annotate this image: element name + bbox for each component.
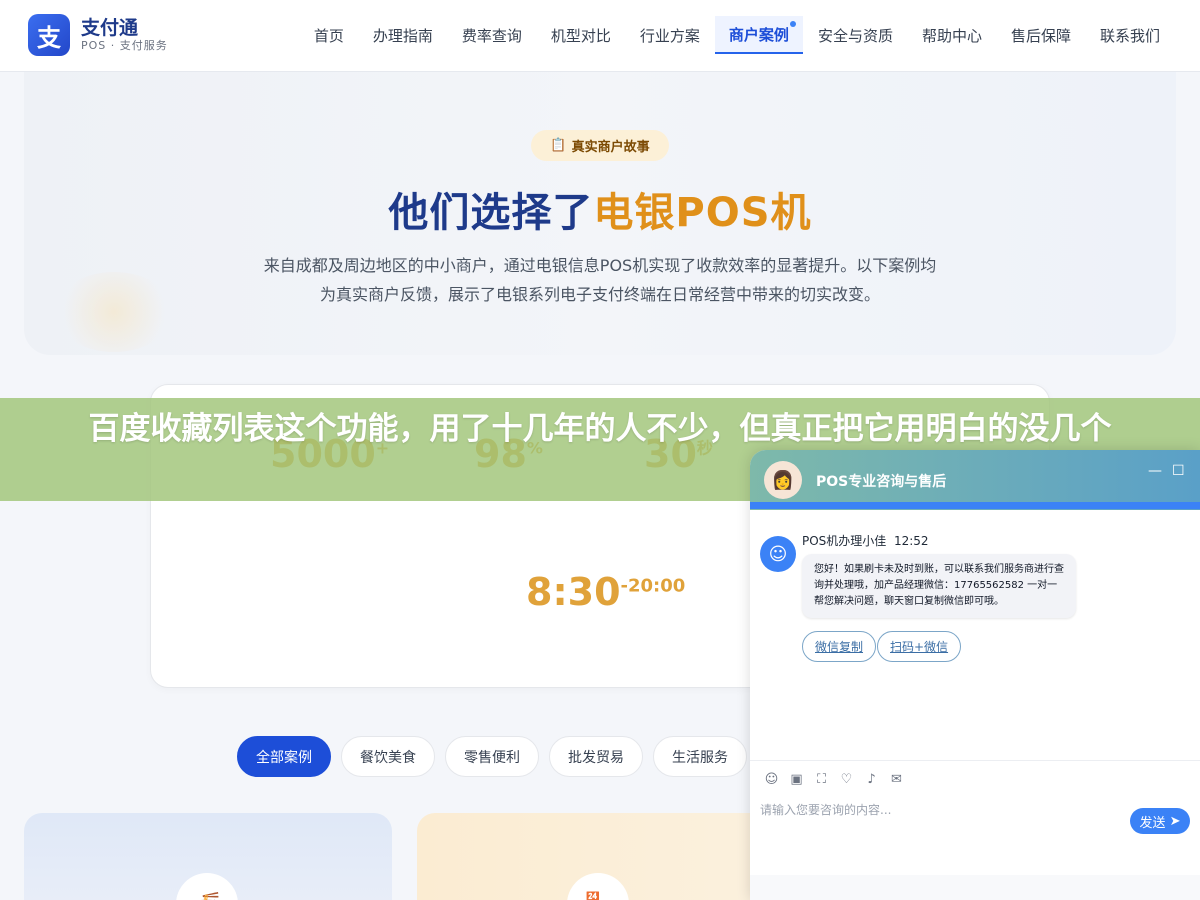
nav-item-security[interactable]: 安全与资质 xyxy=(804,16,907,54)
nav-item-help[interactable]: 帮助中心 xyxy=(908,16,996,54)
minimize-icon[interactable]: — xyxy=(1148,463,1162,479)
service-hours-end: -20:00 xyxy=(620,575,686,597)
main-nav: 首页 办理指南 费率查询 机型对比 行业方案 商户案例 安全与资质 帮助中心 售… xyxy=(299,16,1174,54)
nav-item-solutions[interactable]: 行业方案 xyxy=(626,16,714,54)
hero-title-accent: 电银POS机 xyxy=(593,190,812,236)
chat-footer xyxy=(750,875,1200,900)
chat-divider xyxy=(750,760,1200,761)
case-card[interactable]: 🍜 xyxy=(24,813,392,900)
brand-text: 支付通 POS · 支付服务 xyxy=(81,17,168,53)
agent-message: 您好！如果刷卡未及时到账，可以联系我们服务商进行查询并处理哦，加产品经理微信：1… xyxy=(802,554,1076,618)
chat-header-bar xyxy=(750,502,1200,509)
support-avatar-icon: 👩 xyxy=(764,461,802,499)
nav-item-cases[interactable]: 商户案例 xyxy=(714,16,803,54)
agent-name: POS机办理小佳 xyxy=(802,534,887,548)
nav-item-home[interactable]: 首页 xyxy=(300,16,358,54)
image-icon[interactable]: ▣ xyxy=(785,770,808,788)
copy-wechat-button[interactable]: 微信复制 xyxy=(802,631,877,662)
rating-icon[interactable]: ♡ xyxy=(835,770,858,788)
send-icon: ➤ xyxy=(1169,813,1181,829)
filter-all[interactable]: 全部案例 xyxy=(237,736,331,777)
service-hours: 8:30-20:00 xyxy=(526,570,685,614)
hero-title-main: 他们选择了 xyxy=(388,190,594,236)
screenshot-icon[interactable]: ⛶ xyxy=(810,770,833,788)
case-filters: 全部案例 餐饮美食 零售便利 批发贸易 生活服务 xyxy=(237,736,757,777)
filter-catering[interactable]: 餐饮美食 xyxy=(341,736,435,777)
brand-mark: 支 xyxy=(28,14,70,56)
sound-icon[interactable]: ♪ xyxy=(860,770,883,788)
chat-toolbar: ☺ ▣ ⛶ ♡ ♪ ✉ xyxy=(760,770,910,788)
chat-message-input[interactable] xyxy=(760,800,1120,820)
hero-description: 来自成都及周边地区的中小商户，通过电银信息POS机实现了收款效率的显著提升。以下… xyxy=(263,256,937,304)
hero-badge: 📋 真实商户故事 xyxy=(531,130,669,161)
hero-title: 他们选择了电银POS机 xyxy=(0,180,1200,238)
filter-services[interactable]: 生活服务 xyxy=(653,736,747,777)
emoji-icon[interactable]: ☺ xyxy=(760,770,783,788)
hero-decoration xyxy=(54,272,174,352)
nav-item-contact[interactable]: 联系我们 xyxy=(1086,16,1174,54)
banner-text: 百度收藏列表这个功能，用了十几年的人不少，但真正把它用明白的没几个 xyxy=(88,411,1112,447)
nav-item-compare[interactable]: 机型对比 xyxy=(537,16,625,54)
send-button-label: 发送 xyxy=(1139,815,1166,831)
brand-title: 支付通 xyxy=(81,17,139,39)
agent-avatar-icon: ☺ xyxy=(760,536,796,572)
noodle-shop-icon: 🍜 xyxy=(176,873,238,900)
hero-badge-label: 真实商户故事 xyxy=(571,140,650,155)
nav-item-guide[interactable]: 办理指南 xyxy=(359,16,447,54)
chat-header: 👩 POS专业咨询与售后 — ☐ xyxy=(750,450,1200,510)
filter-retail[interactable]: 零售便利 xyxy=(445,736,539,777)
service-hours-start: 8:30 xyxy=(526,570,621,614)
filter-wholesale[interactable]: 批发贸易 xyxy=(549,736,643,777)
brand-logo[interactable]: 支 支付通 POS · 支付服务 xyxy=(28,14,168,56)
store-icon: 🏪 xyxy=(567,873,629,900)
maximize-icon[interactable]: ☐ xyxy=(1172,463,1185,479)
brand-subtitle: POS · 支付服务 xyxy=(81,39,168,52)
message-time: 12:52 xyxy=(893,534,929,548)
clipboard-icon: 📋 xyxy=(550,138,567,153)
scan-wechat-button[interactable]: 扫码+微信 xyxy=(877,631,962,662)
chat-widget: 👩 POS专业咨询与售后 — ☐ ☺ POS机办理小佳 12:52 您好！如果刷… xyxy=(750,450,1200,900)
nav-item-cases-label: 商户案例 xyxy=(728,25,789,44)
chat-history-icon[interactable]: ✉ xyxy=(885,770,908,788)
site-header: 支 支付通 POS · 支付服务 首页 办理指南 费率查询 机型对比 行业方案 … xyxy=(0,0,1200,72)
chat-title: POS专业咨询与售后 xyxy=(816,474,947,490)
nav-active-dot xyxy=(789,21,796,27)
agent-name-line: POS机办理小佳 12:52 xyxy=(802,532,929,549)
nav-item-rates[interactable]: 费率查询 xyxy=(448,16,536,54)
send-button[interactable]: 发送 ➤ xyxy=(1130,808,1190,834)
nav-item-aftersales[interactable]: 售后保障 xyxy=(997,16,1085,54)
